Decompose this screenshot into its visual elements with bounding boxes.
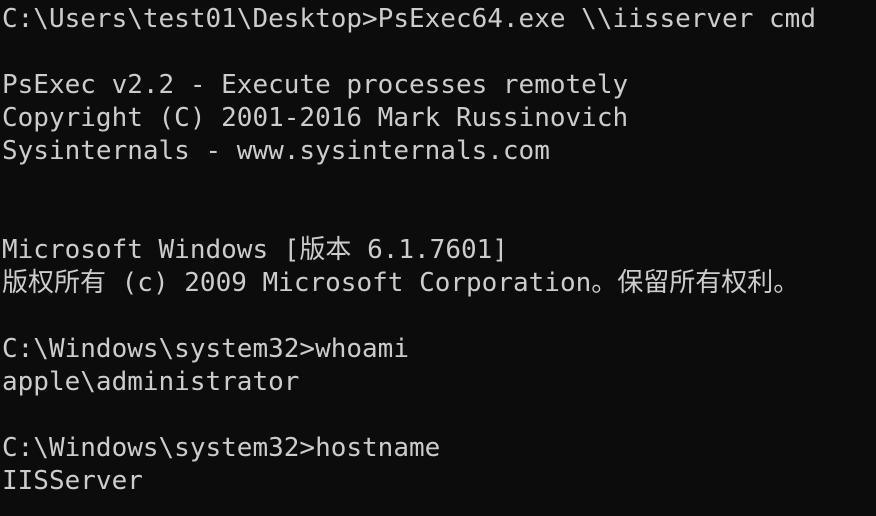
psexec-banner-line: PsExec v2.2 - Execute processes remotely (2, 70, 629, 100)
console-window[interactable]: C:\Users\test01\Desktop>PsExec64.exe \\i… (0, 0, 876, 516)
hostname-output-line: IISServer (2, 466, 143, 496)
windows-version-line: Microsoft Windows [版本 6.1.7601] (2, 235, 508, 265)
whoami-command-line: C:\Windows\system32>whoami (2, 334, 409, 364)
sysinternals-line: Sysinternals - www.sysinternals.com (2, 136, 550, 166)
hostname-command-line: C:\Windows\system32>hostname (2, 433, 441, 463)
psexec-command-line: C:\Users\test01\Desktop>PsExec64.exe \\i… (2, 4, 816, 34)
whoami-output-line: apple\administrator (2, 367, 300, 397)
copyright-line: Copyright (C) 2001-2016 Mark Russinovich (2, 103, 629, 133)
microsoft-copyright-line: 版权所有 (c) 2009 Microsoft Corporation。保留所有… (2, 268, 800, 298)
